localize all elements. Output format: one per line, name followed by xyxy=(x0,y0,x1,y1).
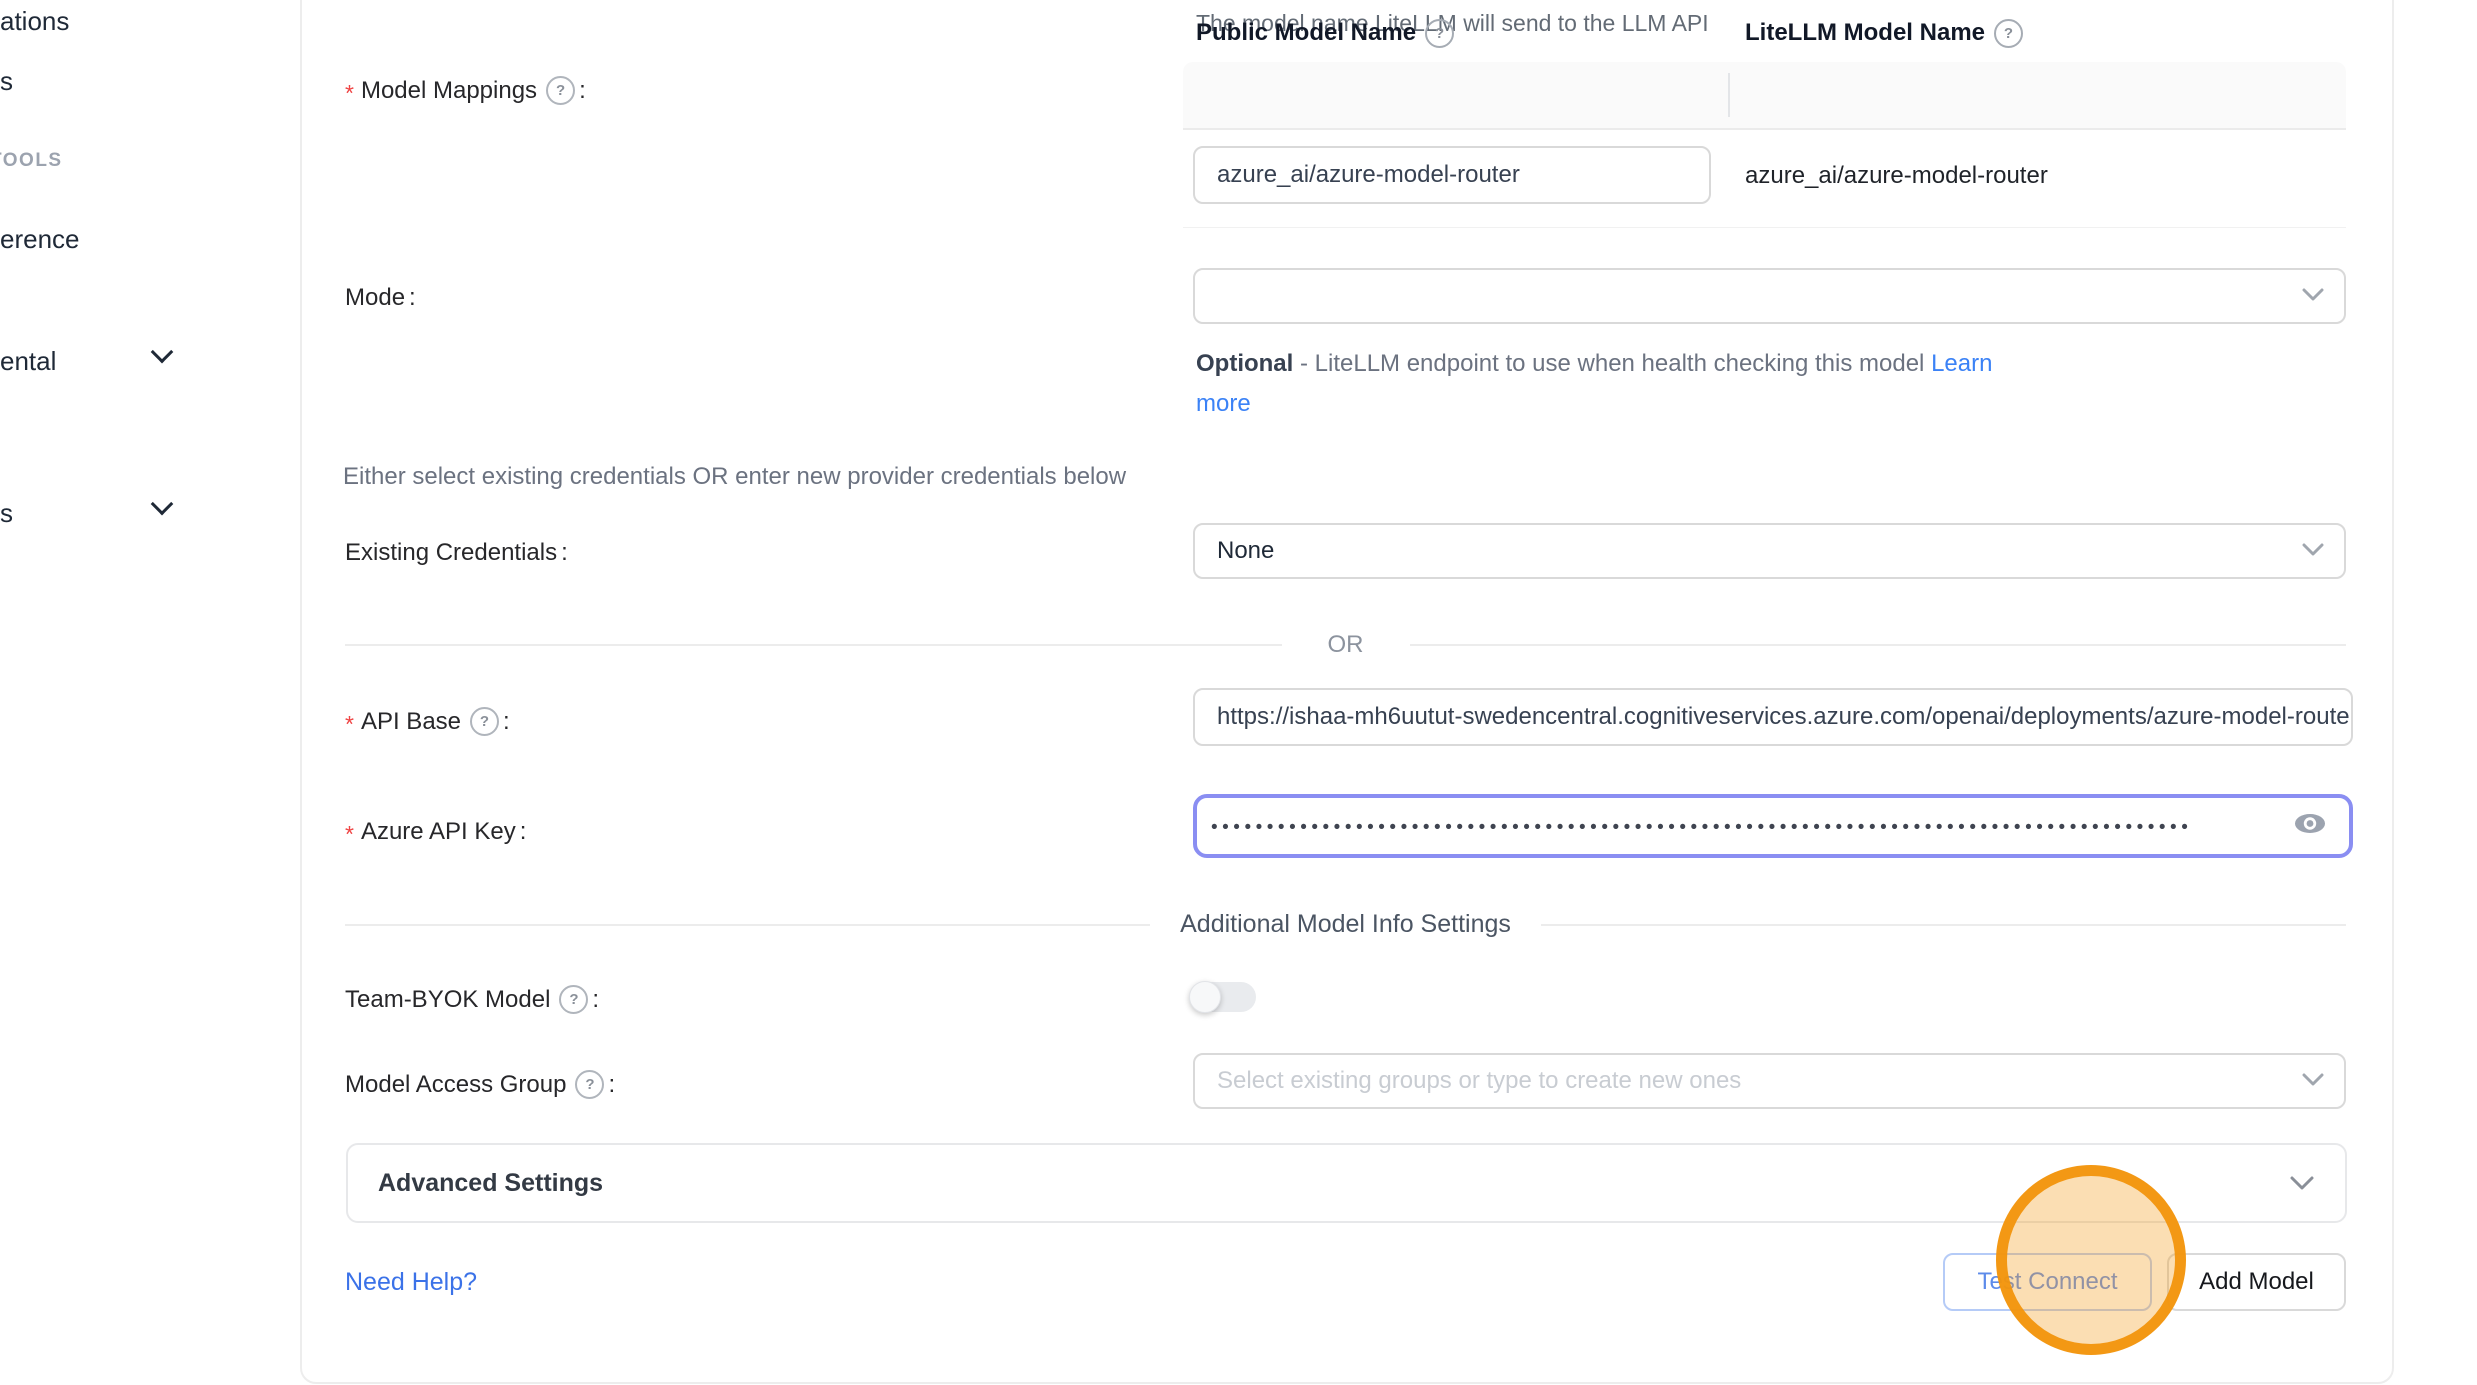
mode-help-text: Optional - LiteLLM endpoint to use when … xyxy=(1196,344,2026,424)
api-base-label: * API Base ? : xyxy=(345,705,510,738)
chevron-down-icon xyxy=(2302,1073,2324,1087)
help-icon[interactable]: ? xyxy=(1994,19,2023,48)
sidebar-section-tools: TOOLS xyxy=(0,150,63,172)
existing-credentials-label: Existing Credentials : xyxy=(345,539,568,567)
sidebar-item-ations[interactable]: ations xyxy=(0,6,69,37)
sidebar-item-erence[interactable]: erence xyxy=(0,224,80,255)
credentials-note: Either select existing credentials OR en… xyxy=(343,463,1126,491)
chevron-down-icon xyxy=(2302,288,2324,302)
add-model-button[interactable]: Add Model xyxy=(2167,1253,2346,1311)
help-icon[interactable]: ? xyxy=(470,707,499,736)
required-asterisk: * xyxy=(345,705,354,738)
help-icon[interactable]: ? xyxy=(575,1070,604,1099)
team-byok-label: Team-BYOK Model ? : xyxy=(345,985,599,1014)
mode-label: Mode : xyxy=(345,284,416,312)
column-divider xyxy=(1728,73,1730,117)
litellm-model-name-value: azure_ai/azure-model-router xyxy=(1745,162,2048,190)
need-help-link[interactable]: Need Help? xyxy=(345,1268,477,1297)
model-access-group-label: Model Access Group ? : xyxy=(345,1070,615,1099)
azure-api-key-label: * Azure API Key : xyxy=(345,815,526,848)
chevron-down-icon xyxy=(2302,543,2324,557)
model-access-group-select[interactable]: Select existing groups or type to create… xyxy=(1193,1053,2346,1109)
column-public-model-name: Public Model Name ? xyxy=(1196,0,1454,66)
additional-settings-divider: Additional Model Info Settings xyxy=(345,910,2346,939)
public-model-name-input[interactable]: azure_ai/azure-model-router xyxy=(1193,146,1711,204)
toggle-knob xyxy=(1189,981,1221,1013)
add-model-page: { "ui": { "colon": ":", "required_mark":… xyxy=(0,0,2477,1385)
masked-key-value: ••••••••••••••••••••••••••••••••••••••••… xyxy=(1211,813,2192,839)
team-byok-toggle[interactable] xyxy=(1192,982,1256,1012)
click-highlight-circle xyxy=(1996,1165,2186,1355)
chevron-down-icon xyxy=(2289,1175,2315,1191)
azure-api-key-input[interactable]: ••••••••••••••••••••••••••••••••••••••••… xyxy=(1193,794,2353,858)
help-icon[interactable]: ? xyxy=(546,76,575,105)
or-divider: OR xyxy=(345,631,2346,659)
help-icon[interactable]: ? xyxy=(1425,19,1454,48)
mode-select[interactable] xyxy=(1193,268,2346,324)
model-mappings-label: * Model Mappings ? : xyxy=(345,74,586,107)
api-base-input[interactable]: https://ishaa-mh6uutut-swedencentral.cog… xyxy=(1193,688,2353,746)
sidebar-item-ental[interactable]: ental xyxy=(0,346,56,377)
sidebar-item-s1[interactable]: s xyxy=(0,66,13,97)
eye-icon[interactable] xyxy=(2293,811,2327,842)
help-icon[interactable]: ? xyxy=(559,985,588,1014)
sidebar-item-s2[interactable]: s xyxy=(0,498,13,529)
existing-credentials-select[interactable]: None xyxy=(1193,523,2346,579)
model-mappings-table-header xyxy=(1183,62,2346,130)
required-asterisk: * xyxy=(345,74,354,107)
column-litellm-model-name: LiteLLM Model Name ? xyxy=(1745,0,2023,66)
required-asterisk: * xyxy=(345,815,354,848)
advanced-settings-label: Advanced Settings xyxy=(378,1169,603,1198)
chevron-down-icon[interactable] xyxy=(151,341,174,364)
chevron-down-icon[interactable] xyxy=(151,493,174,516)
table-row-separator xyxy=(1183,227,2346,228)
